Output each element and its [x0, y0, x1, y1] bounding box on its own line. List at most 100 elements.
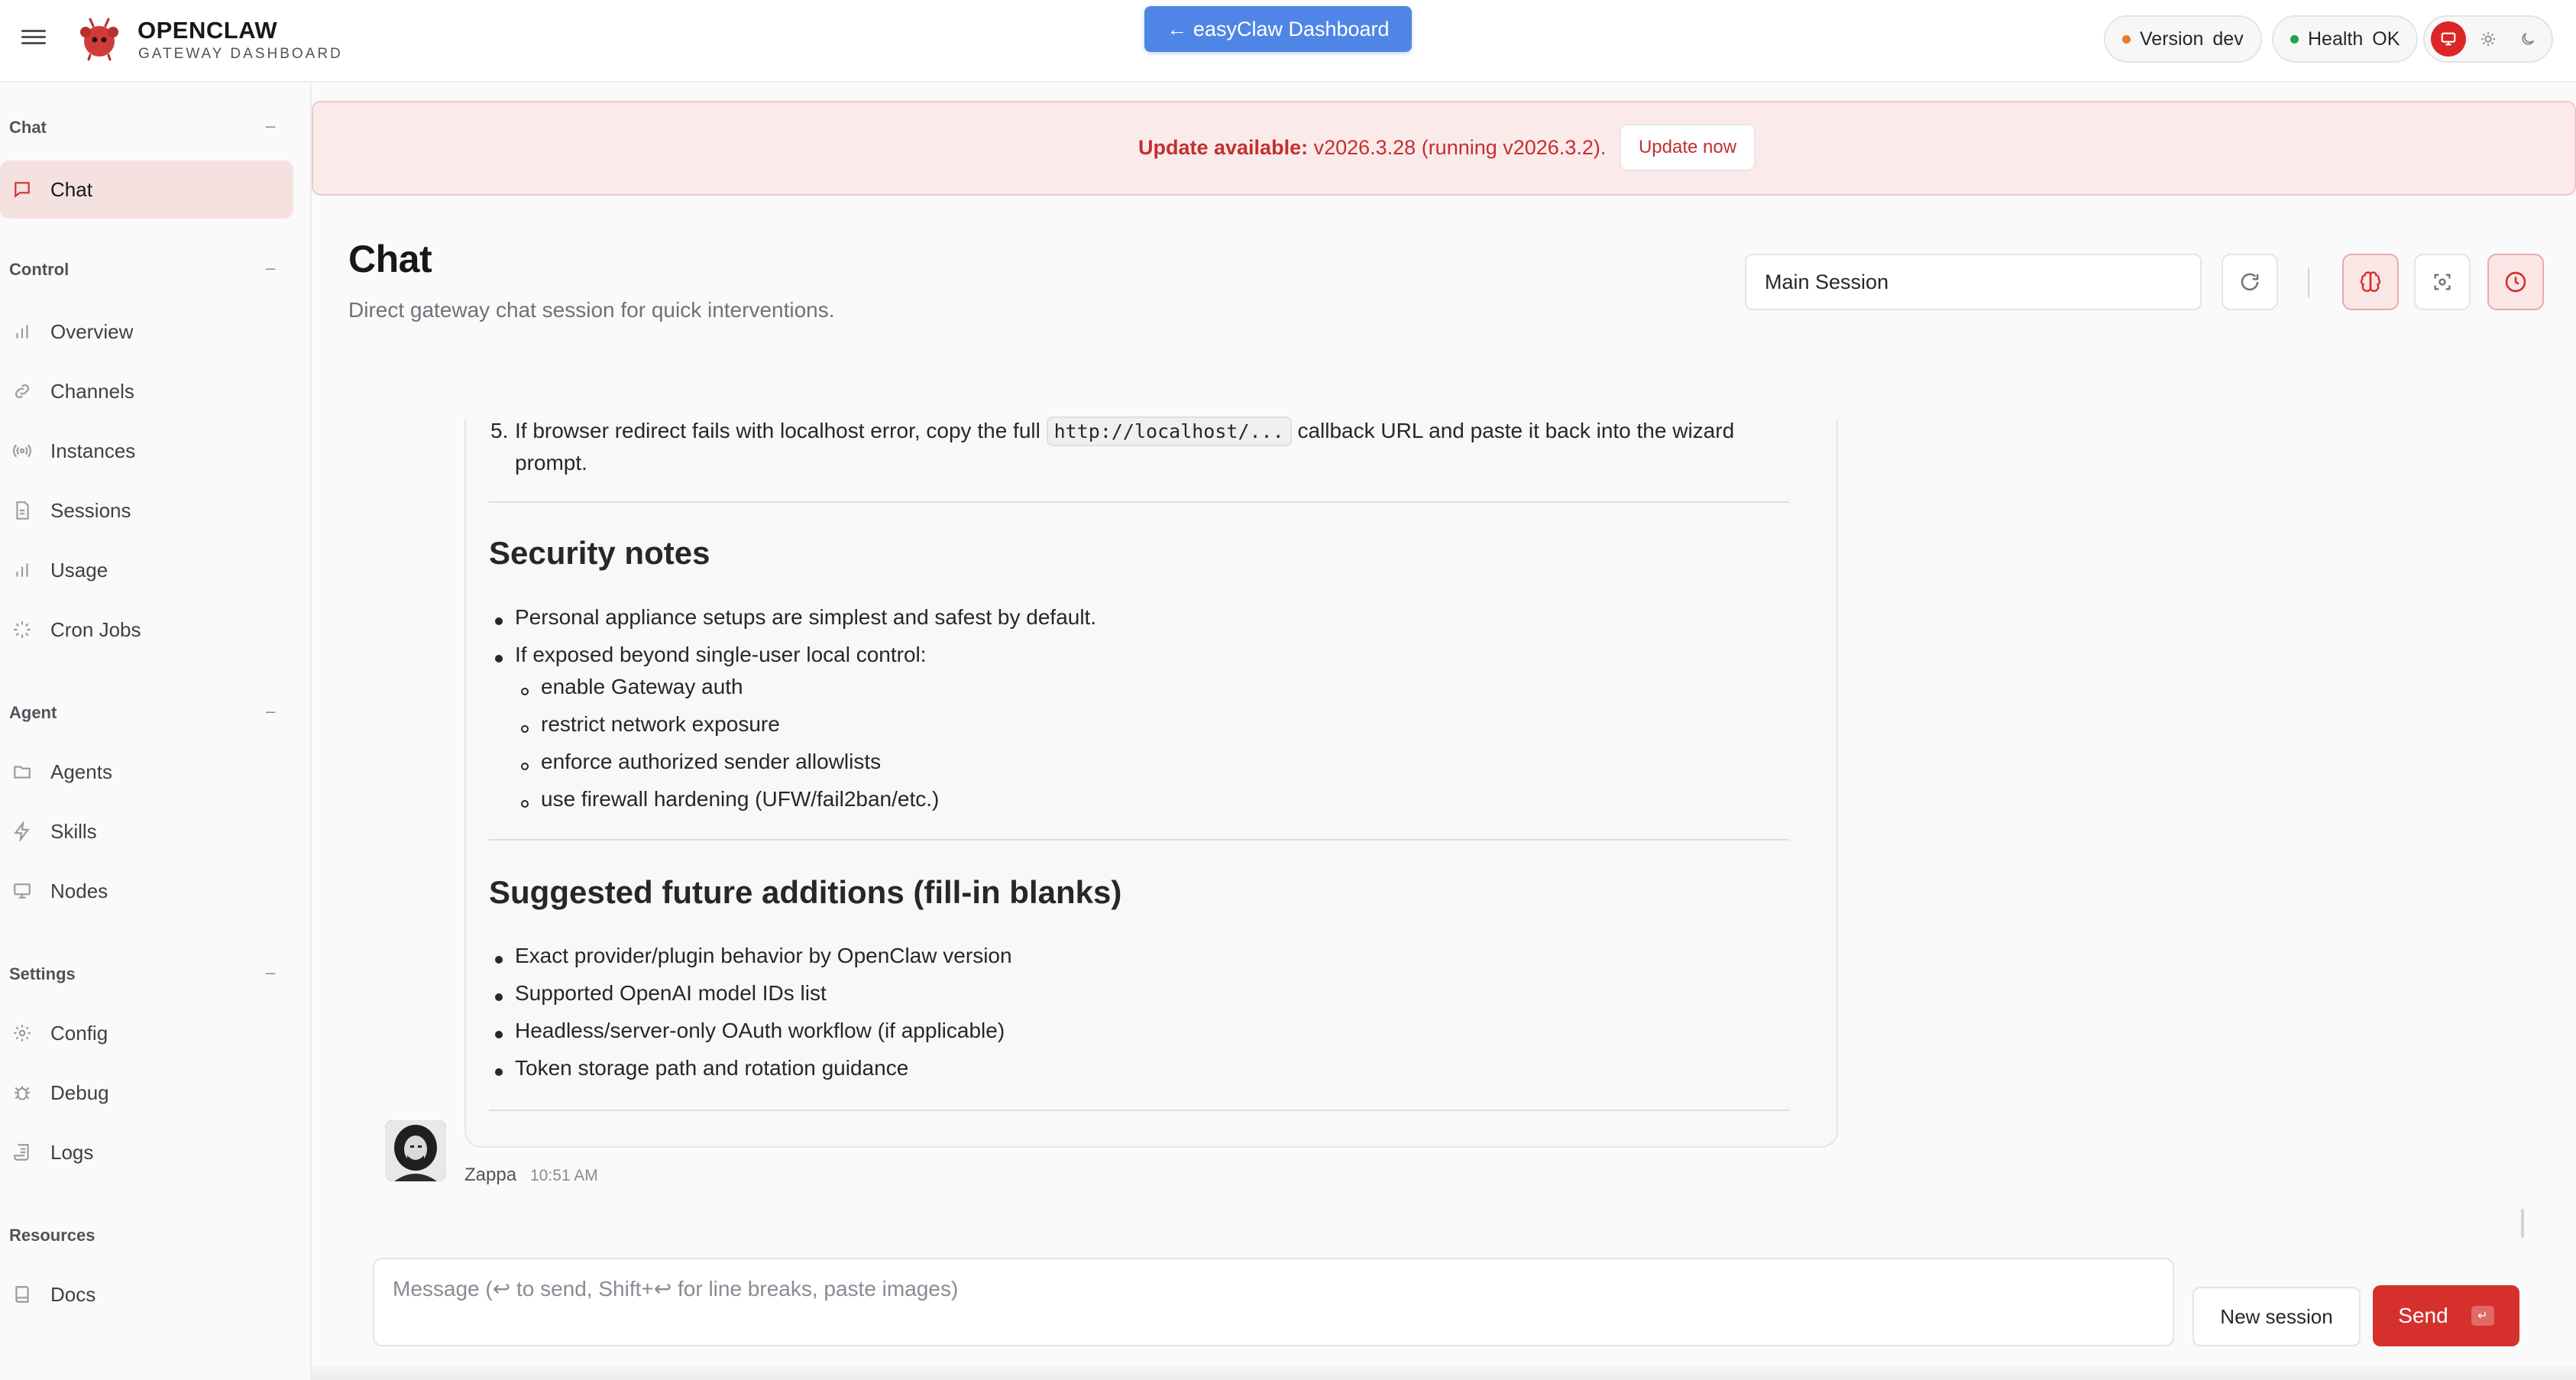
- menu-icon[interactable]: [21, 26, 46, 50]
- sidebar-item-overview[interactable]: Overview: [0, 303, 293, 361]
- assistant-message-bubble: 5. If browser redirect fails with localh…: [464, 416, 1838, 1148]
- list-item: Personal appliance setups are simplest a…: [515, 605, 1097, 629]
- sidebar-item-label: Cron Jobs: [50, 617, 141, 641]
- new-session-button[interactable]: New session: [2193, 1287, 2361, 1346]
- bullet: [495, 617, 503, 625]
- divider: [489, 501, 1789, 503]
- step-5-continuation: prompt.: [515, 451, 587, 475]
- sidebar-item-label: Docs: [50, 1282, 96, 1306]
- sidebar-item-debug[interactable]: Debug: [0, 1064, 293, 1122]
- divider: [489, 839, 1789, 841]
- list-subitem: restrict network exposure: [541, 712, 780, 736]
- scrollbar[interactable]: [2521, 1209, 2524, 1238]
- lightning-icon: [11, 820, 34, 843]
- bullet: [521, 725, 529, 733]
- section-label-control: Control: [9, 260, 70, 279]
- version-pill: Version dev: [2104, 15, 2262, 63]
- send-label: Send: [2398, 1304, 2448, 1327]
- sidebar-item-channels[interactable]: Channels: [0, 362, 293, 420]
- bullet: [495, 993, 503, 1001]
- brain-icon: [2360, 271, 2381, 293]
- sidebar-item-skills[interactable]: Skills: [0, 802, 293, 860]
- sun-icon[interactable]: [2471, 21, 2506, 57]
- update-now-button[interactable]: Update now: [1620, 124, 1756, 171]
- openclaw-logo: [80, 18, 118, 61]
- list-subitem: enable Gateway auth: [541, 675, 743, 698]
- version-value: dev: [2212, 28, 2244, 50]
- history-button[interactable]: [2487, 254, 2544, 310]
- collapse-settings-button[interactable]: –: [266, 963, 275, 983]
- sidebar-item-logs[interactable]: Logs: [0, 1123, 293, 1181]
- monitor-icon: [11, 880, 34, 902]
- section-label-resources: Resources: [9, 1226, 95, 1245]
- enter-key-icon: ↵: [2471, 1306, 2494, 1326]
- health-pill: Health OK: [2272, 15, 2419, 63]
- sidebar-item-usage[interactable]: Usage: [0, 541, 293, 599]
- version-label: Version: [2140, 28, 2204, 50]
- bullet: [495, 956, 503, 964]
- health-label: Health: [2308, 28, 2364, 50]
- bullet: [521, 688, 529, 695]
- link-icon: [11, 380, 34, 403]
- scroll-icon: [11, 1141, 34, 1164]
- bullet: [495, 1068, 503, 1076]
- message-sender: Zappa: [464, 1165, 517, 1185]
- list-item: If exposed beyond single-user local cont…: [515, 643, 927, 666]
- page-title: Chat: [348, 238, 432, 280]
- list-number: 5.: [490, 419, 509, 442]
- session-select[interactable]: Main Session: [1745, 254, 2202, 310]
- update-message: Update available: v2026.3.28 (running v2…: [1138, 136, 1606, 160]
- bottom-edge: [312, 1366, 2576, 1380]
- focus-mode-button[interactable]: [2414, 254, 2471, 310]
- send-button[interactable]: Send ↵: [2373, 1285, 2519, 1346]
- future-additions-heading: Suggested future additions (fill-in blan…: [489, 874, 1122, 910]
- brand-title: OPENCLAW: [138, 17, 278, 44]
- sidebar-item-agents[interactable]: Agents: [0, 743, 293, 801]
- bar-chart-icon: [11, 559, 34, 581]
- thinking-toggle-button[interactable]: [2342, 254, 2399, 310]
- sidebar-item-label: Config: [50, 1021, 108, 1045]
- sidebar-item-cron-jobs[interactable]: Cron Jobs: [0, 601, 293, 659]
- collapse-agent-button[interactable]: –: [266, 701, 275, 721]
- book-icon: [11, 1283, 34, 1306]
- list-item: Exact provider/plugin behavior by OpenCl…: [515, 944, 1012, 967]
- sidebar-item-label: Usage: [50, 558, 108, 581]
- sidebar-item-docs[interactable]: Docs: [0, 1265, 293, 1323]
- bug-icon: [11, 1081, 34, 1104]
- message-timestamp: 10:51 AM: [530, 1167, 598, 1184]
- section-label-chat: Chat: [9, 118, 47, 137]
- health-status-dot: [2290, 34, 2299, 44]
- folder-icon: [11, 760, 34, 783]
- list-item: Headless/server-only OAuth workflow (if …: [515, 1019, 1005, 1042]
- collapse-chat-button[interactable]: –: [266, 116, 275, 136]
- monitor-theme-icon[interactable]: [2431, 21, 2466, 57]
- update-banner: Update available: v2026.3.28 (running v2…: [312, 101, 2576, 196]
- step-5-text-before: If browser redirect fails with localhost…: [515, 419, 1040, 442]
- message-input[interactable]: Message (↩ to send, Shift+↩ for line bre…: [373, 1258, 2174, 1346]
- clock-icon: [2505, 271, 2526, 293]
- sidebar-item-instances[interactable]: Instances: [0, 422, 293, 480]
- inline-code: http://localhost/...: [1046, 416, 1292, 446]
- sidebar-item-sessions[interactable]: Sessions: [0, 481, 293, 539]
- refresh-button[interactable]: [2222, 254, 2278, 310]
- easyclaw-dashboard-button[interactable]: ← easyClaw Dashboard: [1144, 6, 1412, 52]
- document-icon: [11, 499, 34, 522]
- list-item: Token storage path and rotation guidance: [515, 1056, 909, 1080]
- top-bar: OPENCLAW GATEWAY DASHBOARD ← easyClaw Da…: [0, 0, 2576, 83]
- bullet: [521, 800, 529, 808]
- sidebar-item-label: Instances: [50, 439, 136, 462]
- collapse-control-button[interactable]: –: [266, 258, 275, 278]
- toolbar-divider: [2308, 267, 2309, 298]
- bullet: [521, 763, 529, 770]
- page-subtitle: Direct gateway chat session for quick in…: [348, 298, 835, 322]
- sidebar-item-config[interactable]: Config: [0, 1004, 293, 1062]
- health-value: OK: [2372, 28, 2400, 50]
- moon-icon[interactable]: [2510, 21, 2545, 57]
- sidebar: Chat – Chat Control – Overview Channels …: [0, 83, 312, 1380]
- sidebar-item-label: Logs: [50, 1140, 94, 1164]
- sidebar-item-chat[interactable]: Chat: [0, 160, 293, 219]
- bullet: [495, 655, 503, 662]
- security-notes-heading: Security notes: [489, 535, 710, 571]
- bullet: [495, 1031, 503, 1038]
- sidebar-item-nodes[interactable]: Nodes: [0, 862, 293, 920]
